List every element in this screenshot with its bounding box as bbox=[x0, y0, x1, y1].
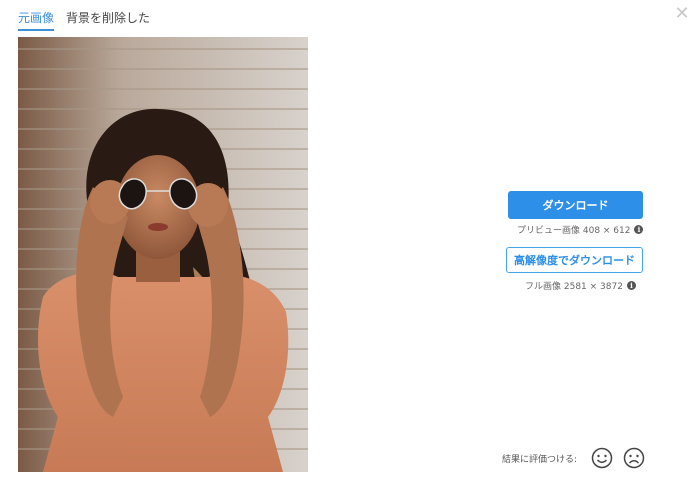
hd-download-button[interactable]: 高解像度でダウンロード bbox=[506, 247, 643, 273]
smile-icon[interactable] bbox=[591, 447, 613, 469]
full-size-info: フル画像 2581 × 3872 i bbox=[525, 279, 636, 292]
preview-image bbox=[18, 37, 308, 472]
preview-size-info: プリビュー画像 408 × 612 i bbox=[517, 223, 644, 236]
tab-background-removed[interactable]: 背景を削除した bbox=[66, 9, 150, 31]
tab-bar: 元画像 背景を削除した bbox=[18, 9, 150, 31]
rating-bar: 結果に評価つける: bbox=[502, 447, 645, 469]
tab-original-image[interactable]: 元画像 bbox=[18, 9, 55, 31]
full-size-text: フル画像 2581 × 3872 bbox=[525, 282, 623, 292]
info-icon[interactable]: i bbox=[626, 281, 636, 290]
frown-icon[interactable] bbox=[623, 447, 645, 469]
rating-label: 結果に評価つける: bbox=[502, 454, 578, 465]
close-icon[interactable]: ✕ bbox=[674, 5, 690, 23]
preview-size-text: プリビュー画像 408 × 612 bbox=[517, 226, 631, 236]
download-button[interactable]: ダウンロード bbox=[508, 191, 643, 219]
info-icon[interactable]: i bbox=[634, 225, 644, 234]
